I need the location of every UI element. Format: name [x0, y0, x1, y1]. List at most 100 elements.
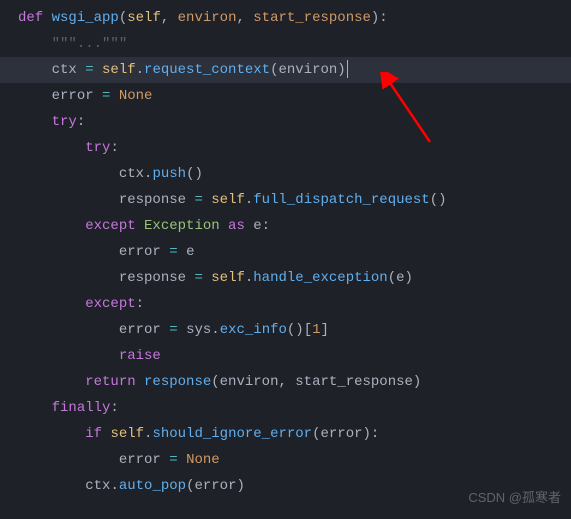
keyword-return: return [85, 374, 144, 390]
parens: ()[ [287, 322, 312, 338]
variable: ctx [119, 166, 144, 182]
paren: ) [337, 62, 345, 78]
operator: = [169, 322, 186, 338]
module: sys [186, 322, 211, 338]
operator: = [102, 88, 119, 104]
variable: e [186, 244, 194, 260]
variable: ctx [85, 478, 110, 494]
colon: : [110, 140, 118, 156]
operator: = [169, 452, 186, 468]
code-line[interactable]: except Exception as e: [0, 213, 571, 239]
colon: : [110, 400, 118, 416]
dot: . [211, 322, 219, 338]
keyword-except: except [85, 218, 144, 234]
indent [18, 452, 119, 468]
self-ref: self [102, 62, 136, 78]
code-line[interactable]: error = None [0, 447, 571, 473]
parens: () [186, 166, 203, 182]
indent [18, 348, 119, 364]
keyword-raise: raise [119, 348, 161, 364]
code-line[interactable]: error = e [0, 239, 571, 265]
indent [18, 478, 85, 494]
paren: ( [388, 270, 396, 286]
paren: ( [211, 374, 219, 390]
exception-class: Exception [144, 218, 228, 234]
variable: error [119, 452, 169, 468]
indent [18, 218, 85, 234]
variable: error [119, 322, 169, 338]
self-ref: self [211, 270, 245, 286]
indent [18, 426, 85, 442]
indent [18, 400, 52, 416]
bracket: ] [321, 322, 329, 338]
keyword-as: as [228, 218, 253, 234]
dot: . [110, 478, 118, 494]
variable: error [119, 244, 169, 260]
comma: , [161, 10, 178, 26]
code-line[interactable]: try: [0, 109, 571, 135]
paren: ) [405, 270, 413, 286]
method-name: should_ignore_error [152, 426, 312, 442]
self-param: self [127, 10, 161, 26]
colon: : [136, 296, 144, 312]
code-line[interactable]: finally: [0, 395, 571, 421]
code-line[interactable]: """...""" [0, 31, 571, 57]
indent [18, 36, 52, 52]
argument: environ [278, 62, 337, 78]
parens: () [430, 192, 447, 208]
code-line[interactable]: except: [0, 291, 571, 317]
indent [18, 192, 119, 208]
colon: : [262, 218, 270, 234]
argument: environ [220, 374, 279, 390]
code-line[interactable]: response = self.handle_exception(e) [0, 265, 571, 291]
param: start_response [253, 10, 371, 26]
code-line[interactable]: try: [0, 135, 571, 161]
paren: ): [363, 426, 380, 442]
code-line[interactable]: error = sys.exc_info()[1] [0, 317, 571, 343]
keyword-try: try [85, 140, 110, 156]
code-editor[interactable]: def wsgi_app(self, environ, start_respon… [0, 0, 571, 504]
code-line[interactable]: raise [0, 343, 571, 369]
indent [18, 296, 85, 312]
constant: None [186, 452, 220, 468]
constant: None [119, 88, 153, 104]
method-name: handle_exception [253, 270, 387, 286]
text-cursor [347, 60, 348, 78]
operator: = [194, 192, 211, 208]
variable: error [52, 88, 102, 104]
argument: error [194, 478, 236, 494]
colon: : [77, 114, 85, 130]
variable: response [119, 270, 195, 286]
variable: ctx [52, 62, 86, 78]
code-line[interactable]: error = None [0, 83, 571, 109]
method-name: push [152, 166, 186, 182]
paren: ) [236, 478, 244, 494]
function-name: wsgi_app [52, 10, 119, 26]
paren: ) [413, 374, 421, 390]
method-name: full_dispatch_request [253, 192, 429, 208]
indent [18, 114, 52, 130]
variable: response [119, 192, 195, 208]
indent [18, 270, 119, 286]
code-line[interactable]: def wsgi_app(self, environ, start_respon… [0, 5, 571, 31]
keyword-finally: finally [52, 400, 111, 416]
code-line[interactable]: response = self.full_dispatch_request() [0, 187, 571, 213]
indent [18, 166, 119, 182]
indent [18, 140, 85, 156]
code-line[interactable]: return response(environ, start_response) [0, 369, 571, 395]
indent [18, 244, 119, 260]
code-line[interactable]: ctx.push() [0, 161, 571, 187]
call: response [144, 374, 211, 390]
self-ref: self [211, 192, 245, 208]
operator: = [85, 62, 102, 78]
indent [18, 322, 119, 338]
method-name: auto_pop [119, 478, 186, 494]
operator: = [194, 270, 211, 286]
operator: = [169, 244, 186, 260]
self-ref: self [110, 426, 144, 442]
variable: e [253, 218, 261, 234]
code-line[interactable]: if self.should_ignore_error(error): [0, 421, 571, 447]
indent [18, 88, 52, 104]
code-line-active[interactable]: ctx = self.request_context(environ) [0, 57, 571, 83]
param: environ [178, 10, 237, 26]
